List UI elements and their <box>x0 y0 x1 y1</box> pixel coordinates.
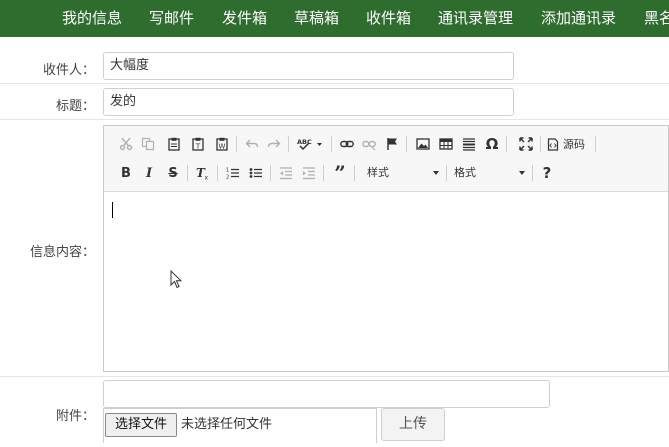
nav-add-contact[interactable]: 添加通讯录 <box>541 0 616 37</box>
row-divider <box>0 119 669 120</box>
recipient-label: 收件人： <box>42 63 95 78</box>
redo-icon[interactable] <box>264 134 284 154</box>
svg-text:W: W <box>219 143 226 151</box>
toolbar-separator <box>217 165 218 181</box>
toolbar-separator <box>406 136 407 152</box>
svg-text:2: 2 <box>226 175 229 181</box>
copy-icon[interactable] <box>138 134 158 154</box>
toolbar-separator <box>187 165 188 181</box>
source-doc-icon <box>547 137 559 151</box>
nav-my-info[interactable]: 我的信息 <box>62 0 122 37</box>
row-divider <box>0 83 669 84</box>
toolbar-separator <box>236 136 237 152</box>
strikethrough-icon[interactable]: S <box>163 163 183 183</box>
bulleted-list-icon[interactable] <box>246 163 266 183</box>
toolbar-separator <box>331 136 332 152</box>
svg-text:T: T <box>195 143 201 151</box>
text-caret <box>112 202 113 218</box>
nav-blacklist[interactable]: 黑名 <box>644 0 669 37</box>
svg-text:x: x <box>205 175 209 181</box>
recipient-input[interactable]: 大幅度 <box>103 52 514 80</box>
styles-dropdown-label: 样式 <box>367 166 389 179</box>
source-label: 源码 <box>563 138 585 151</box>
format-dropdown[interactable]: 格式 <box>450 163 528 183</box>
unlink-icon[interactable] <box>359 134 379 154</box>
chevron-down-icon <box>433 171 439 175</box>
subject-label: 标题： <box>55 99 95 114</box>
editor-toolbar: T W ABC Ω 源码 B I S T x 1 2 ” 样式 格式 ? <box>104 126 668 192</box>
cut-icon[interactable] <box>116 134 136 154</box>
upload-button[interactable]: 上传 <box>381 408 445 441</box>
toolbar-separator <box>532 165 533 181</box>
toolbar-separator <box>288 136 289 152</box>
nav-contacts-manage[interactable]: 通讯录管理 <box>438 0 513 37</box>
spellcheck-icon[interactable]: ABC <box>296 134 324 154</box>
mouse-pointer-icon <box>170 269 183 294</box>
file-status-text: 未选择任何文件 <box>181 417 273 432</box>
blockquote-icon[interactable]: ” <box>330 161 350 185</box>
paste-word-icon[interactable]: W <box>212 134 232 154</box>
paste-icon[interactable] <box>164 134 184 154</box>
help-icon[interactable]: ? <box>537 163 557 183</box>
anchor-flag-icon[interactable] <box>382 134 402 154</box>
nav-drafts[interactable]: 草稿箱 <box>294 0 339 37</box>
subject-input[interactable]: 发的 <box>103 88 514 116</box>
horizontal-rule-icon[interactable] <box>459 134 479 154</box>
attachment-label: 附件： <box>55 409 95 424</box>
toolbar-separator <box>354 165 355 181</box>
toolbar-separator <box>595 136 596 152</box>
indent-icon[interactable] <box>299 163 319 183</box>
nav-compose[interactable]: 写邮件 <box>149 0 194 37</box>
styles-dropdown[interactable]: 样式 <box>363 163 442 183</box>
toolbar-separator <box>323 165 324 181</box>
bold-icon[interactable]: B <box>116 163 136 183</box>
paste-text-icon[interactable]: T <box>188 134 208 154</box>
content-label: 信息内容： <box>29 245 95 260</box>
maximize-icon[interactable] <box>516 134 536 154</box>
attachment-path-input[interactable] <box>103 380 550 408</box>
chevron-down-icon <box>519 171 525 175</box>
table-icon[interactable] <box>436 134 456 154</box>
choose-file-button[interactable]: 选择文件 <box>105 413 177 437</box>
remove-format-icon[interactable]: Tx <box>193 163 213 183</box>
undo-icon[interactable] <box>242 134 262 154</box>
toolbar-separator <box>446 165 447 181</box>
format-dropdown-label: 格式 <box>454 166 476 179</box>
italic-icon[interactable]: I <box>139 163 159 183</box>
toolbar-separator <box>270 165 271 181</box>
top-navbar: 我的信息 写邮件 发件箱 草稿箱 收件箱 通讯录管理 添加通讯录 黑名 <box>0 0 669 37</box>
toolbar-separator <box>540 136 541 152</box>
editor-content-area[interactable] <box>104 193 668 371</box>
rich-text-editor: T W ABC Ω 源码 B I S T x 1 2 ” 样式 格式 ? <box>103 125 669 372</box>
nav-inbox[interactable]: 收件箱 <box>366 0 411 37</box>
numbered-list-icon[interactable]: 12 <box>223 163 243 183</box>
image-icon[interactable] <box>413 134 433 154</box>
nav-outbox[interactable]: 发件箱 <box>222 0 267 37</box>
svg-text:1: 1 <box>226 168 229 174</box>
row-divider <box>0 376 669 377</box>
source-button[interactable]: 源码 <box>547 134 595 154</box>
special-char-omega-icon[interactable]: Ω <box>482 134 502 154</box>
svg-text:ABC: ABC <box>297 138 312 146</box>
link-icon[interactable] <box>337 134 357 154</box>
outdent-icon[interactable] <box>276 163 296 183</box>
toolbar-separator <box>506 136 507 152</box>
